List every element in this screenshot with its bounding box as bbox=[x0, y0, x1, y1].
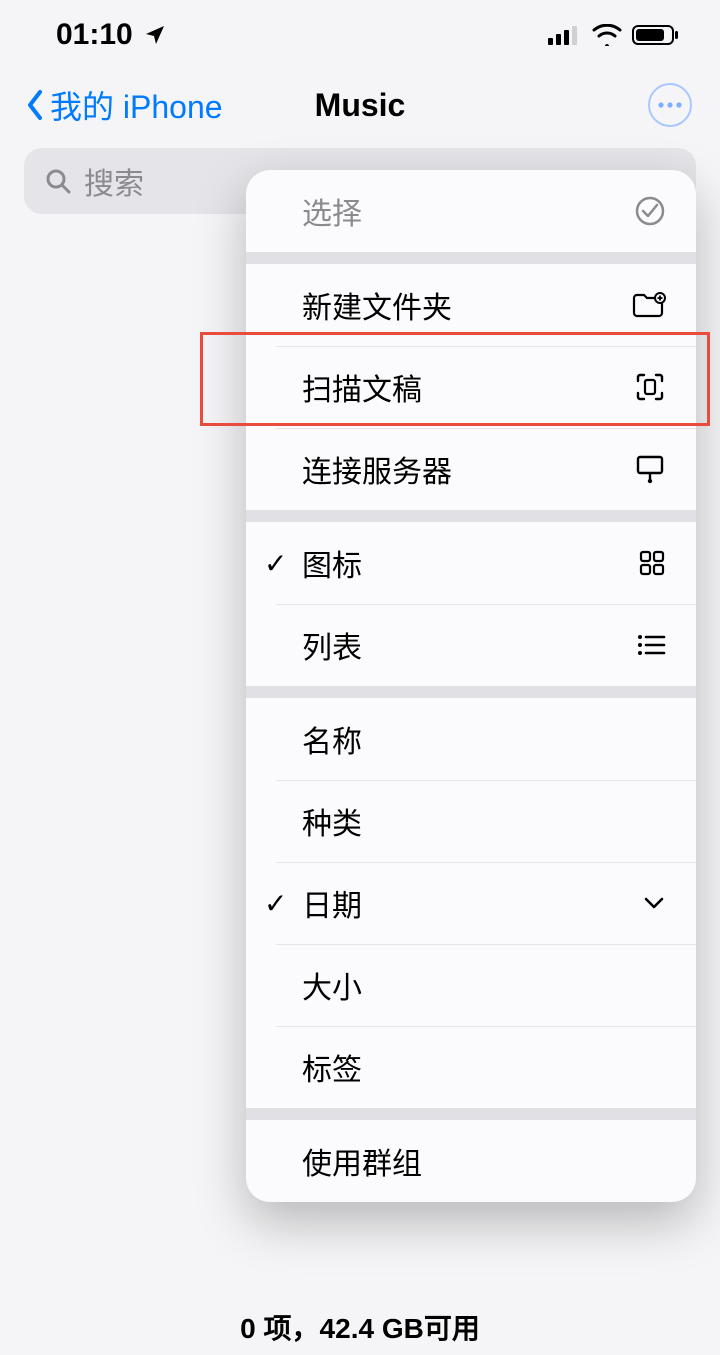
menu-label: 种类 bbox=[302, 799, 362, 843]
nav-header: 我的 iPhone Music bbox=[0, 70, 720, 140]
menu-group-view: ✓ 图标 列表 bbox=[246, 510, 696, 686]
menu-item-select[interactable]: 选择 bbox=[246, 170, 696, 252]
search-placeholder: 搜索 bbox=[84, 159, 144, 203]
folder-plus-icon bbox=[632, 291, 666, 319]
back-button[interactable]: 我的 iPhone bbox=[24, 82, 223, 128]
menu-label: 名称 bbox=[302, 717, 362, 761]
status-right bbox=[548, 23, 680, 47]
chevron-down-icon bbox=[642, 895, 666, 911]
menu-label: 图标 bbox=[302, 541, 362, 585]
menu-item-connect-server[interactable]: 连接服务器 bbox=[246, 428, 696, 510]
scan-icon bbox=[634, 371, 666, 403]
context-menu: 选择 新建文件夹 扫描文稿 连接服务器 bbox=[246, 170, 696, 1202]
status-time: 01:10 bbox=[56, 18, 133, 52]
menu-item-use-groups[interactable]: 使用群组 bbox=[246, 1120, 696, 1202]
signal-icon bbox=[548, 25, 582, 45]
check-icon: ✓ bbox=[264, 547, 287, 580]
footer-available: 42.4 GB可用 bbox=[320, 1313, 480, 1344]
list-icon bbox=[636, 633, 666, 657]
menu-label: 大小 bbox=[302, 963, 362, 1007]
check-icon: ✓ bbox=[264, 887, 287, 920]
menu-item-name[interactable]: 名称 bbox=[246, 698, 696, 780]
more-button[interactable] bbox=[648, 83, 692, 127]
menu-label: 选择 bbox=[302, 189, 362, 233]
check-circle-icon bbox=[634, 195, 666, 227]
menu-item-scan[interactable]: 扫描文稿 bbox=[246, 346, 696, 428]
menu-item-kind[interactable]: 种类 bbox=[246, 780, 696, 862]
status-bar: 01:10 bbox=[0, 0, 720, 70]
menu-label: 标签 bbox=[302, 1045, 362, 1089]
menu-group-groups: 使用群组 bbox=[246, 1108, 696, 1202]
location-icon bbox=[143, 23, 167, 47]
menu-item-new-folder[interactable]: 新建文件夹 bbox=[246, 264, 696, 346]
footer-items: 0 项 bbox=[240, 1313, 291, 1344]
menu-group-select: 选择 bbox=[246, 170, 696, 252]
server-icon bbox=[634, 453, 666, 485]
back-label: 我的 iPhone bbox=[50, 82, 223, 128]
menu-group-actions: 新建文件夹 扫描文稿 连接服务器 bbox=[246, 252, 696, 510]
menu-label: 日期 bbox=[302, 881, 362, 925]
menu-label: 新建文件夹 bbox=[302, 283, 452, 327]
menu-item-icons[interactable]: ✓ 图标 bbox=[246, 522, 696, 604]
menu-item-size[interactable]: 大小 bbox=[246, 944, 696, 1026]
menu-label: 连接服务器 bbox=[302, 447, 452, 491]
footer-status: 0 项，42.4 GB可用 bbox=[0, 1307, 720, 1347]
menu-item-date[interactable]: ✓ 日期 bbox=[246, 862, 696, 944]
menu-label: 使用群组 bbox=[302, 1139, 422, 1183]
search-icon bbox=[44, 167, 72, 195]
menu-group-sort: 名称 种类 ✓ 日期 大小 标签 bbox=[246, 686, 696, 1108]
grid-icon bbox=[638, 549, 666, 577]
menu-label: 列表 bbox=[302, 623, 362, 667]
status-left: 01:10 bbox=[56, 18, 167, 52]
menu-item-tags[interactable]: 标签 bbox=[246, 1026, 696, 1108]
menu-item-list[interactable]: 列表 bbox=[246, 604, 696, 686]
battery-icon bbox=[632, 23, 680, 47]
page-title: Music bbox=[315, 87, 406, 124]
wifi-icon bbox=[592, 24, 622, 46]
menu-label: 扫描文稿 bbox=[302, 365, 422, 409]
